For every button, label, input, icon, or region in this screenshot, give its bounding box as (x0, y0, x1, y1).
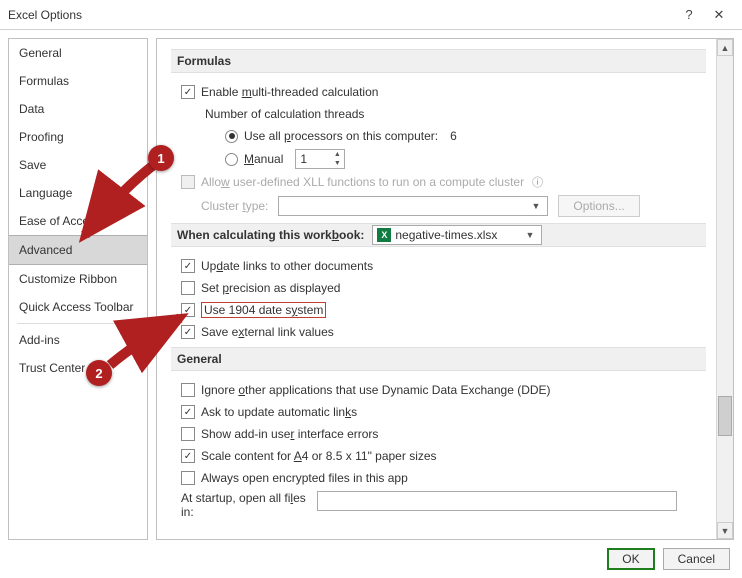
label-scale-a4: Scale content for A4 or 8.5 x 11" paper … (201, 449, 437, 463)
sidebar-item-language[interactable]: Language (9, 179, 147, 207)
scroll-down-icon[interactable]: ▼ (717, 522, 733, 539)
close-icon[interactable]: ✕ (704, 7, 734, 23)
label-1904: Use 1904 date system (201, 302, 326, 318)
info-icon[interactable]: ⓘ (532, 174, 543, 190)
section-general: General (171, 347, 706, 371)
sidebar-item-customize-ribbon[interactable]: Customize Ribbon (9, 265, 147, 293)
checkbox-multithread[interactable]: ✓ (181, 85, 195, 99)
options-button: Options... (558, 195, 639, 217)
checkbox-external-links[interactable]: ✓ (181, 325, 195, 339)
processor-count: 6 (450, 129, 457, 143)
label-xll: Allow user-defined XLL functions to run … (201, 175, 524, 189)
sidebar-item-formulas[interactable]: Formulas (9, 67, 147, 95)
checkbox-1904[interactable]: ✓ (181, 303, 195, 317)
ok-button[interactable]: OK (607, 548, 654, 570)
label-manual: Manual (244, 152, 283, 166)
checkbox-encrypted[interactable] (181, 471, 195, 485)
content-panel: Formulas ✓ Enable multi-threaded calcula… (157, 39, 716, 539)
input-startup-path[interactable] (317, 491, 677, 511)
dialog-footer: OK Cancel (0, 540, 742, 578)
radio-use-all[interactable] (225, 130, 238, 143)
sidebar-item-addins[interactable]: Add-ins (9, 326, 147, 354)
checkbox-addin-errors[interactable] (181, 427, 195, 441)
sidebar-item-advanced[interactable]: Advanced (9, 235, 147, 265)
checkbox-auto-links[interactable]: ✓ (181, 405, 195, 419)
section-formulas: Formulas (171, 49, 706, 73)
sidebar-item-trust-center[interactable]: Trust Center (9, 354, 147, 382)
checkbox-precision[interactable] (181, 281, 195, 295)
checkbox-dde[interactable] (181, 383, 195, 397)
sidebar-item-general[interactable]: General (9, 39, 147, 67)
window-title: Excel Options (8, 8, 674, 22)
label-addin-errors: Show add-in user interface errors (201, 427, 378, 441)
scroll-up-icon[interactable]: ▲ (717, 39, 733, 56)
label-encrypted: Always open encrypted files in this app (201, 471, 408, 485)
scroll-thumb[interactable] (718, 396, 732, 436)
section-calc: When calculating this workbook: Xnegativ… (171, 223, 706, 247)
cancel-button[interactable]: Cancel (663, 548, 730, 570)
label-threads: Number of calculation threads (205, 107, 364, 121)
label-dde: Ignore other applications that use Dynam… (201, 383, 551, 397)
label-auto-links: Ask to update automatic links (201, 405, 357, 419)
sidebar: General Formulas Data Proofing Save Lang… (8, 38, 148, 540)
label-cluster: Cluster type: (201, 199, 268, 213)
checkbox-xll (181, 175, 195, 189)
checkbox-update-links[interactable]: ✓ (181, 259, 195, 273)
label-precision: Set precision as displayed (201, 281, 340, 295)
excel-icon: X (377, 228, 391, 242)
sidebar-item-save[interactable]: Save (9, 151, 147, 179)
label-use-all: Use all processors on this computer: (244, 129, 438, 143)
label-multithread: Enable multi-threaded calculation (201, 85, 378, 99)
spinner-manual[interactable]: 1 ▲▼ (295, 149, 345, 169)
radio-manual[interactable] (225, 153, 238, 166)
label-update-links: Update links to other documents (201, 259, 373, 273)
titlebar: Excel Options ? ✕ (0, 0, 742, 30)
checkbox-scale-a4[interactable]: ✓ (181, 449, 195, 463)
label-startup: At startup, open all files in: (181, 491, 311, 519)
dropdown-cluster[interactable]: ▼ (278, 196, 548, 216)
sidebar-item-quick-access[interactable]: Quick Access Toolbar (9, 293, 147, 321)
label-external-links: Save external link values (201, 325, 334, 339)
sidebar-item-data[interactable]: Data (9, 95, 147, 123)
sidebar-item-proofing[interactable]: Proofing (9, 123, 147, 151)
help-icon[interactable]: ? (674, 7, 704, 22)
dropdown-workbook[interactable]: Xnegative-times.xlsx ▼ (372, 225, 542, 245)
vertical-scrollbar[interactable]: ▲ ▼ (716, 39, 733, 539)
sidebar-item-ease-of-access[interactable]: Ease of Access (9, 207, 147, 235)
